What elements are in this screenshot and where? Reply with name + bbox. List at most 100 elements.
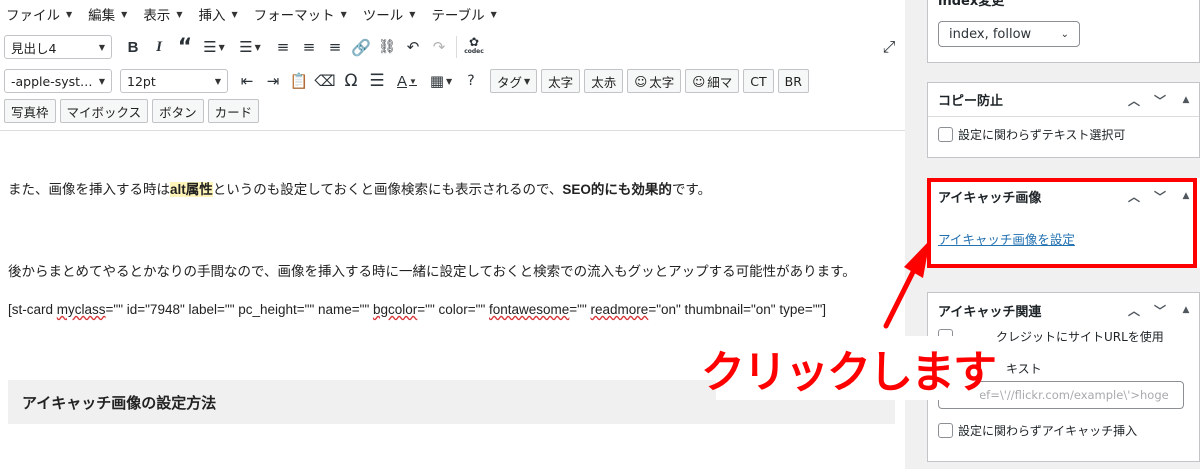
- tag-dropdown[interactable]: タグ ▼: [490, 69, 538, 93]
- menu-file[interactable]: ファイル ▼: [6, 4, 72, 24]
- blockquote-icon[interactable]: “: [172, 34, 198, 60]
- set-eyecatch-link[interactable]: アイキャッチ画像を設定: [938, 232, 1075, 247]
- checkbox[interactable]: [938, 126, 953, 142]
- annotation-callout: クリックします: [701, 336, 997, 400]
- sc-text: ="" color="": [417, 302, 489, 317]
- horizontal-rule-icon[interactable]: ☰: [364, 68, 390, 94]
- indent-decrease-icon[interactable]: ⇤: [234, 68, 260, 94]
- p1-highlight: alt属性: [170, 182, 213, 197]
- avatar-icon: ☺: [692, 73, 706, 89]
- align-right-icon[interactable]: ≡: [322, 34, 348, 60]
- move-down-icon[interactable]: ﹀: [1147, 179, 1173, 213]
- font-size-value: 12pt: [127, 73, 156, 89]
- align-left-icon[interactable]: ≡: [270, 34, 296, 60]
- menu-table-label: テーブル: [431, 8, 485, 24]
- link-icon[interactable]: 🔗: [348, 34, 374, 60]
- avatar-thin-button[interactable]: ☺ 細マ: [685, 69, 740, 93]
- menu-insert[interactable]: 挿入 ▼: [198, 4, 237, 24]
- redo-icon[interactable]: ↷: [426, 34, 452, 60]
- special-char-icon[interactable]: Ω: [338, 68, 364, 94]
- move-down-icon[interactable]: ﹀: [1147, 293, 1173, 327]
- toolbar-row-3: 写真枠 マイボックス ボタン カード: [4, 96, 904, 126]
- eyecatch-related-title: アイキャッチ関連: [938, 304, 1042, 320]
- menu-table[interactable]: テーブル ▼: [431, 4, 496, 24]
- copy-protect-option[interactable]: 設定に関わらずテキスト選択可: [928, 123, 1199, 145]
- avatar-bold-button[interactable]: ☺ 太字: [627, 69, 682, 93]
- italic-icon[interactable]: I: [146, 34, 172, 60]
- menu-tools[interactable]: ツール ▼: [363, 4, 416, 24]
- bold-red-label: 太赤: [591, 74, 617, 90]
- avatar-thin-label: 細マ: [707, 74, 733, 90]
- sc-text: [st-card: [8, 302, 57, 317]
- bullet-list-icon[interactable]: ☰ ▼: [198, 34, 230, 60]
- checkbox[interactable]: [938, 422, 953, 438]
- index-select[interactable]: index, follow ⌄: [938, 21, 1080, 47]
- indent-increase-icon[interactable]: ⇥: [260, 68, 286, 94]
- ct-button[interactable]: CT: [743, 69, 774, 93]
- bold-red-button[interactable]: 太赤: [584, 69, 624, 93]
- eyecatch-header[interactable]: アイキャッチ画像 ︿ ﹀ ▲: [928, 179, 1199, 213]
- menu-insert-label: 挿入: [198, 8, 226, 24]
- move-up-icon[interactable]: ︿: [1121, 293, 1147, 327]
- fullscreen-icon[interactable]: ⤢: [876, 34, 902, 60]
- text-color-icon[interactable]: A ▼: [390, 68, 424, 94]
- clear-format-icon[interactable]: ⌫: [312, 68, 338, 94]
- numbered-list-icon[interactable]: ☰ ▼: [230, 34, 270, 60]
- collapse-icon[interactable]: ▲: [1173, 83, 1199, 117]
- force-eyecatch-option[interactable]: 設定に関わらずアイキャッチ挿入: [928, 419, 1199, 441]
- chevron-down-icon: ▼: [176, 9, 183, 19]
- chevron-down-icon: ▼: [524, 76, 531, 86]
- menu-view[interactable]: 表示 ▼: [143, 4, 182, 24]
- credit-text-label: キスト: [1006, 361, 1042, 376]
- ct-label: CT: [750, 73, 767, 89]
- chevron-down-icon: ▼: [231, 9, 238, 19]
- sc-text: ="" id="7948" label="" pc_height="" name…: [105, 302, 374, 317]
- chevron-down-icon: ▼: [409, 9, 416, 19]
- chevron-down-icon: ▼: [490, 9, 497, 19]
- editor-content[interactable]: また、画像を挿入する時はalt属性というのも設定しておくと画像検索にも表示される…: [0, 132, 905, 469]
- index-panel-title: index変更: [938, 0, 1005, 9]
- button-label: ボタン: [159, 104, 197, 120]
- bold-icon[interactable]: B: [120, 34, 146, 60]
- avatar-bold-label: 太字: [649, 74, 675, 90]
- move-up-icon[interactable]: ︿: [1121, 83, 1147, 117]
- credit-url-label: クレジットにサイトURLを使用: [996, 329, 1164, 344]
- move-down-icon[interactable]: ﹀: [1147, 83, 1173, 117]
- panel-controls: ︿ ﹀ ▲: [1121, 179, 1199, 213]
- bold-jp-button[interactable]: 太字: [541, 69, 581, 93]
- copy-protect-header[interactable]: コピー防止 ︿ ﹀ ▲: [928, 83, 1199, 117]
- font-family-value: -apple-syst…: [11, 73, 93, 89]
- format-select-value: 見出し4: [11, 40, 57, 56]
- photo-frame-button[interactable]: 写真枠: [4, 99, 56, 123]
- toolbar-row-1: 見出し4 ▼ B I “ ☰ ▼ ☰ ▼ ≡ ≡ ≡ 🔗 ⛓ ↶ ↷ ✿ codec ⤢: [4, 32, 904, 62]
- mybox-button[interactable]: マイボックス: [59, 99, 149, 123]
- move-up-icon[interactable]: ︿: [1121, 179, 1147, 213]
- button-button[interactable]: ボタン: [152, 99, 204, 123]
- font-size-select[interactable]: 12pt ▼: [120, 69, 228, 93]
- card-button[interactable]: カード: [207, 99, 260, 123]
- menubar: ファイル ▼ 編集 ▼ 表示 ▼ 挿入 ▼ フォーマット ▼ ツール ▼ テーブル ▼: [0, 0, 905, 28]
- p1-text: です。: [671, 182, 712, 197]
- unlink-icon[interactable]: ⛓: [374, 34, 400, 60]
- font-family-select[interactable]: -apple-syst… ▼: [4, 69, 112, 93]
- codec-icon[interactable]: ✿ codec: [461, 34, 487, 60]
- chevron-down-icon: ▼: [66, 9, 73, 19]
- menu-edit[interactable]: 編集 ▼: [88, 4, 127, 24]
- help-icon[interactable]: ?: [458, 68, 484, 94]
- codec-label: codec: [464, 48, 484, 55]
- align-center-icon[interactable]: ≡: [296, 34, 322, 60]
- br-button[interactable]: BR: [777, 69, 809, 93]
- copy-protect-label: 設定に関わらずテキスト選択可: [958, 127, 1126, 142]
- undo-icon[interactable]: ↶: [400, 34, 426, 60]
- copy-protect-title: コピー防止: [938, 94, 1004, 109]
- copy-protect-panel: コピー防止 ︿ ﹀ ▲ 設定に関わらずテキスト選択可: [927, 82, 1200, 158]
- chevron-down-icon: ▼: [98, 42, 105, 52]
- toolbar-row-2: -apple-syst… ▼ 12pt ▼ ⇤ ⇥ 📋 ⌫ Ω ☰ A ▼ ▦ ▼ ? …: [4, 66, 904, 96]
- format-select[interactable]: 見出し4 ▼: [4, 35, 112, 59]
- table-icon[interactable]: ▦ ▼: [424, 68, 458, 94]
- paste-text-icon[interactable]: 📋: [286, 68, 312, 94]
- collapse-icon[interactable]: ▲: [1173, 179, 1199, 213]
- collapse-icon[interactable]: ▲: [1173, 293, 1199, 327]
- menu-format[interactable]: フォーマット ▼: [254, 4, 347, 24]
- eyecatch-related-header[interactable]: アイキャッチ関連 ︿ ﹀ ▲: [928, 293, 1199, 327]
